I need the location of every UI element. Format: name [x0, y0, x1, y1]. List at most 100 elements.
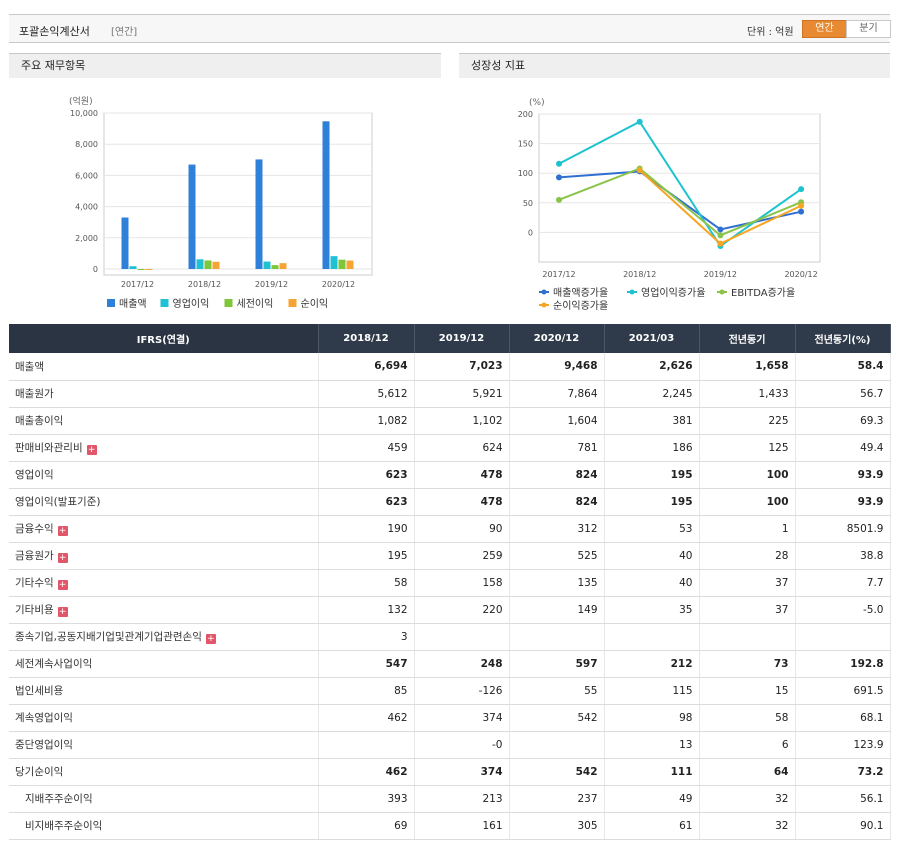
- expand-plus-icon[interactable]: +: [57, 526, 68, 536]
- table-cell: 6: [699, 731, 796, 759]
- table-cell: 525: [509, 542, 605, 570]
- row-label[interactable]: 금융원가 +: [9, 542, 319, 570]
- bar-순이익: [145, 269, 153, 270]
- y-tick-label: 0: [93, 265, 98, 274]
- table-cell: 8501.9: [795, 515, 891, 543]
- table-cell: [318, 731, 415, 759]
- series-point: [798, 186, 805, 193]
- table-cell: 3: [318, 623, 415, 651]
- legend-swatch: [288, 299, 297, 307]
- series-point: [556, 160, 562, 167]
- expand-plus-icon[interactable]: +: [57, 553, 68, 563]
- table-row: 기타비용 +132 220 149 35 37 -5.0: [9, 596, 891, 624]
- table-cell: 68.1: [795, 704, 891, 732]
- table-cell: 100: [699, 461, 796, 489]
- table-cell: 312: [509, 515, 605, 543]
- row-label-text: 기타비용: [15, 604, 54, 616]
- bar-영업이익: [196, 259, 204, 269]
- legend-marker: [541, 289, 547, 295]
- row-label[interactable]: 기타비용 +: [9, 596, 319, 624]
- series-point: [717, 232, 724, 239]
- table-cell: 37: [699, 569, 796, 597]
- annual-toggle-button[interactable]: 연간: [802, 20, 847, 38]
- table-cell: 5,921: [414, 380, 510, 408]
- table-cell: 381: [604, 407, 700, 435]
- x-tick-label: 2019/12: [704, 270, 737, 279]
- plot-area: [103, 112, 373, 276]
- row-label-text: 매출액: [15, 360, 44, 373]
- row-label: 매출원가: [9, 380, 319, 408]
- row-label[interactable]: 금융수익 +: [9, 515, 319, 543]
- table-cell: 5,612: [318, 380, 415, 408]
- bar-순이익: [279, 263, 287, 269]
- table-cell: 49: [604, 785, 700, 813]
- y-tick-label: 50: [523, 199, 533, 208]
- table-cell: 192.8: [795, 650, 891, 678]
- bar-세전이익: [271, 265, 279, 269]
- series-point: [556, 174, 562, 181]
- bar-매출액: [121, 217, 129, 269]
- table-cell: 374: [414, 704, 510, 732]
- row-label[interactable]: 판매비와관리비 +: [9, 434, 319, 462]
- expand-plus-icon[interactable]: +: [205, 634, 216, 644]
- table-row: 매출총이익 1,082 1,102 1,604 381 225 69.3: [9, 407, 891, 435]
- header-col: 2021/03: [604, 324, 700, 353]
- table-cell: 85: [318, 677, 415, 705]
- header-col: 2020/12: [509, 324, 605, 353]
- table-cell: 7.7: [795, 569, 891, 597]
- table-cell: 123.9: [795, 731, 891, 759]
- table-cell: 100: [699, 488, 796, 516]
- table-cell: 37: [699, 596, 796, 624]
- statement-title: 포괄손익계산서: [19, 25, 90, 38]
- quarter-toggle-button[interactable]: 분기: [846, 20, 891, 38]
- legend-label: EBITDA증가율: [731, 287, 795, 299]
- table-cell: 73: [699, 650, 796, 678]
- table-cell: 462: [318, 758, 415, 786]
- row-label-text: 비지배주주순이익: [25, 820, 103, 832]
- table-cell: 623: [318, 461, 415, 489]
- table-row: 계속영업이익 462 374 542 98 58 68.1: [9, 704, 891, 732]
- table-cell: 115: [604, 677, 700, 705]
- y-tick-label: 100: [518, 169, 533, 178]
- header-col: 전년동기(%): [795, 324, 891, 353]
- expand-plus-icon[interactable]: +: [57, 607, 68, 617]
- table-cell: 93.9: [795, 488, 891, 516]
- table-cell: 1,433: [699, 380, 796, 408]
- table-cell: 2,245: [604, 380, 700, 408]
- table-cell: 32: [699, 812, 796, 840]
- expand-plus-icon[interactable]: +: [57, 580, 68, 590]
- table-cell: 478: [414, 461, 510, 489]
- table-cell: 35: [604, 596, 700, 624]
- row-label[interactable]: 기타수익 +: [9, 569, 319, 597]
- legend-label: 순이익증가율: [553, 300, 608, 312]
- y-tick-label: 8,000: [75, 140, 98, 149]
- table-cell: -5.0: [795, 596, 891, 624]
- table-header-row: IFRS(연결) 2018/12 2019/12 2020/12 2021/03…: [9, 324, 891, 353]
- row-label: 매출총이익: [9, 407, 319, 435]
- table-cell: 597: [509, 650, 605, 678]
- y-tick-label: 150: [518, 140, 533, 149]
- x-tick-label: 2020/12: [322, 280, 355, 289]
- table-row: 당기순이익 462 374 542 111 64 73.2: [9, 758, 891, 786]
- table-cell: 824: [509, 488, 605, 516]
- expand-plus-icon[interactable]: +: [86, 445, 97, 455]
- legend-label: 영업이익: [173, 297, 210, 310]
- table-row: 기타수익 +58 158 135 40 37 7.7: [9, 569, 891, 597]
- table-cell: 6,694: [318, 353, 415, 381]
- y-axis-label: (억원): [69, 95, 93, 107]
- row-label-text: 세전계속사업이익: [15, 658, 93, 670]
- table-cell: 38.8: [795, 542, 891, 570]
- table-cell: 1,102: [414, 407, 510, 435]
- table-cell: 393: [318, 785, 415, 813]
- row-label: 지배주주순이익: [9, 785, 319, 813]
- row-label-text: 계속영업이익: [15, 712, 73, 724]
- row-label: 비지배주주순이익: [9, 812, 319, 840]
- row-label: 영업이익: [9, 461, 319, 489]
- table-cell: 1,082: [318, 407, 415, 435]
- row-label-text: 기타수익: [15, 577, 54, 589]
- table-cell: 61: [604, 812, 700, 840]
- table-cell: 237: [509, 785, 605, 813]
- row-label[interactable]: 종속기업,공동지배기업및관계기업관련손익 +: [9, 623, 319, 651]
- table-row: 중단영업이익 -0 13 6 123.9: [9, 731, 891, 759]
- row-label-text: 금융원가: [15, 550, 54, 562]
